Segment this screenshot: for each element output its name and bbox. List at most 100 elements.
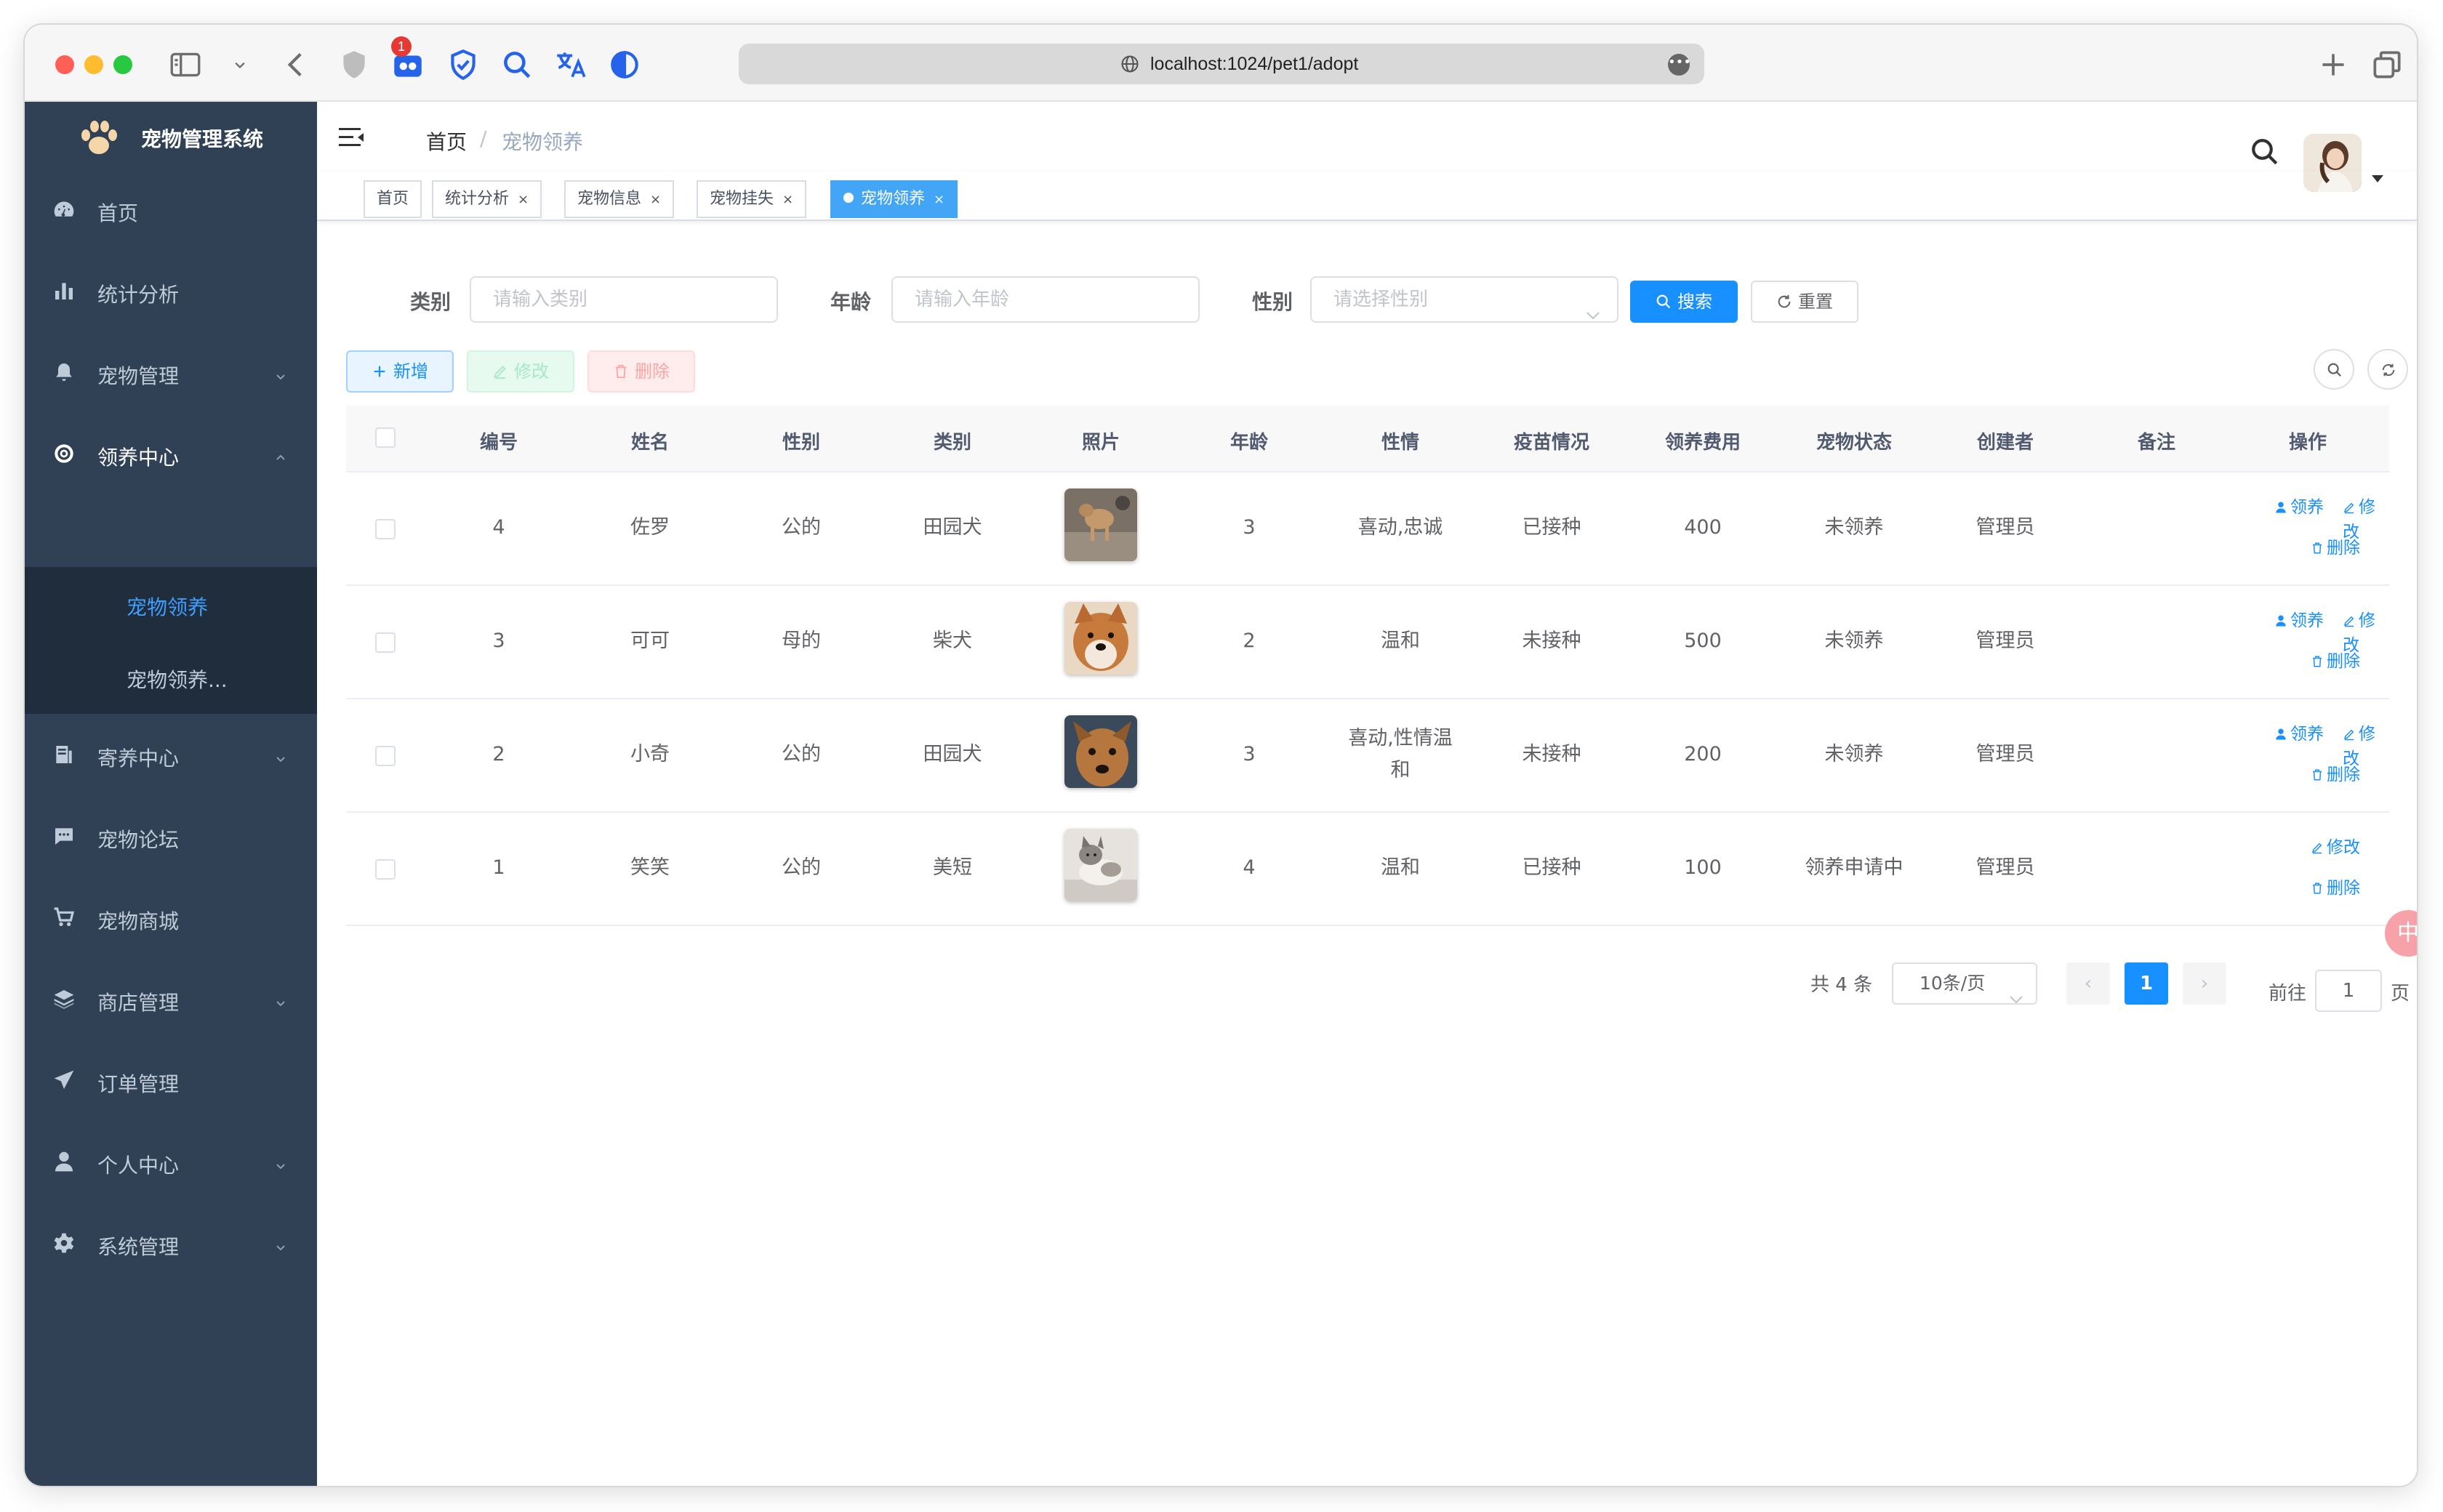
sidebar-subitem-pet-adoption-records[interactable]: 宠物领养... [25,640,317,712]
category-input[interactable]: 请输入类别 [470,276,778,323]
sidebar-item-shop-management[interactable]: 商店管理 [25,958,317,1040]
close-icon[interactable]: × [650,192,661,207]
close-icon[interactable]: × [782,192,793,207]
globe-icon [1120,54,1140,74]
floating-assistant-badge[interactable]: 中 [2385,910,2417,957]
reset-button[interactable]: 重置 [1751,281,1858,323]
sidebar-item-statistics[interactable]: 统计分析 [25,250,317,331]
tag-statistics[interactable]: 统计分析 × [432,180,542,218]
goto-page-input[interactable]: 1 [2315,970,2382,1012]
toggle-search-button[interactable] [2314,349,2354,390]
table-row[interactable]: 4 佐罗 公的 田园犬 3 喜动,忠诚 已接种 400 未领养 管理员 领养 修… [346,472,2389,586]
navbar: 首页 / 宠物领养 [317,102,2417,192]
sidebar-item-order-management[interactable]: 订单管理 [25,1040,317,1121]
lifebuoy-icon [52,442,76,465]
sidebar-item-pet-mall[interactable]: 宠物商城 [25,877,317,958]
delete-link-label: 删除 [2327,539,2360,558]
delete-link[interactable]: 删除 [2311,760,2360,785]
pet-photo[interactable] [1064,488,1137,561]
adopt-link[interactable]: 领养 [2274,493,2324,518]
sidebar-item-personal-center[interactable]: 个人中心 [25,1121,317,1202]
user-icon [52,1150,76,1173]
delete-link-label: 删除 [2327,652,2360,671]
address-bar[interactable]: localhost:1024/pet1/adopt ••• [739,44,1704,84]
tag-pet-info[interactable]: 宠物信息 × [564,180,675,218]
next-page-button[interactable]: › [2183,962,2226,1005]
delete-link[interactable]: 删除 [2311,874,2360,898]
delete-button[interactable]: 删除 [587,350,695,393]
sidebar-item-adoption-center[interactable]: 领养中心 [25,413,317,494]
send-icon [52,1069,76,1092]
table-row[interactable]: 2 小奇 公的 田园犬 3 喜动,性情温 和 未接种 200 未领养 管理员 领… [346,699,2389,813]
chevron-up-icon [273,446,288,461]
search-button[interactable]: 搜索 [1630,281,1738,323]
checkmark-shield-icon[interactable] [445,47,481,83]
plus-icon[interactable] [2315,47,2351,83]
pet-photo[interactable] [1064,602,1137,675]
sidebar-toggle-icon[interactable] [167,47,204,83]
adopt-link-label: 领养 [2290,611,2324,630]
hamburger-icon[interactable] [339,126,364,148]
close-icon[interactable]: × [518,192,529,207]
cell-name: 可可 [630,630,670,652]
refresh-icon [2382,363,2395,377]
back-icon[interactable] [278,47,314,83]
adopt-link[interactable]: 领养 [2274,720,2324,744]
adopt-link[interactable]: 领养 [2274,606,2324,631]
header-photo: 照片 [1081,432,1120,454]
sidebar-subitem-pet-adoption[interactable]: 宠物领养 [25,567,317,640]
cell-gender: 公的 [782,516,821,539]
row-checkbox[interactable] [375,859,396,880]
sidebar-item-home[interactable]: 首页 [25,169,317,250]
search-icon[interactable] [2250,137,2280,167]
row-checkbox[interactable] [375,746,396,766]
table-row[interactable]: 1 笑笑 公的 美短 4 温和 已接种 100 领养申请中 管理员 修改 删除 [346,813,2389,926]
dark-mode-icon[interactable] [606,47,643,83]
translate-icon[interactable] [553,47,589,83]
sidebar-item-pet-forum[interactable]: 宠物论坛 [25,795,317,877]
add-button[interactable]: 新增 [346,350,454,393]
tag-pet-adoption[interactable]: 宠物领养 × [830,180,958,218]
sidebar-item-foster-center[interactable]: 寄养中心 [25,714,317,795]
prev-page-button[interactable]: ‹ [2066,962,2110,1005]
edit-button[interactable]: 修改 [467,350,574,393]
refresh-button[interactable] [2367,349,2408,390]
header-gender: 性别 [782,432,820,454]
page-1-button[interactable]: 1 [2125,962,2168,1005]
tabs-icon[interactable] [2369,47,2405,83]
pet-photo[interactable] [1064,715,1137,788]
pet-photo[interactable] [1064,829,1137,901]
logo[interactable]: 宠物管理系统 [25,102,317,170]
breadcrumb-home[interactable]: 首页 [426,126,467,156]
sidebar-subitem-label: 宠物领养... [127,668,228,692]
maximize-window-button[interactable] [113,55,132,74]
chevron-down-icon[interactable] [230,47,250,83]
table-row[interactable]: 3 可可 母的 柴犬 2 温和 未接种 500 未领养 管理员 领养 修改 删除 [346,586,2389,699]
select-all-checkbox[interactable] [375,427,396,448]
sidebar-subitem-label: 宠物领养 [127,595,209,619]
close-icon[interactable]: × [934,192,944,207]
more-options-icon[interactable]: ••• [1668,54,1691,76]
delete-button-label: 删除 [635,361,670,382]
sidebar-item-pet-management[interactable]: 宠物管理 [25,331,317,413]
delete-link[interactable]: 删除 [2311,647,2360,672]
page-size-select[interactable]: 10条/页 [1892,962,2037,1005]
delete-link[interactable]: 删除 [2311,534,2360,558]
sidebar-item-system-management[interactable]: 系统管理 [25,1202,317,1284]
app-title: 宠物管理系统 [141,127,264,151]
close-window-button[interactable] [55,55,74,74]
shield-icon[interactable] [336,47,372,83]
row-checkbox[interactable] [375,519,396,539]
magnify-icon[interactable] [499,47,535,83]
gender-select[interactable]: 请选择性别 [1310,276,1618,323]
tag-home[interactable]: 首页 [364,180,422,218]
delete-link-label: 删除 [2327,765,2360,784]
age-input[interactable]: 请输入年龄 [891,276,1200,323]
row-checkbox[interactable] [375,632,396,653]
cell-temper-line2: 和 [1390,759,1411,781]
minimize-window-button[interactable] [84,55,103,74]
tag-pet-lost[interactable]: 宠物挂失 × [697,180,807,218]
cell-status: 未领养 [1824,516,1884,539]
search-icon [1656,284,1672,309]
edit-link[interactable]: 修改 [2311,833,2360,858]
